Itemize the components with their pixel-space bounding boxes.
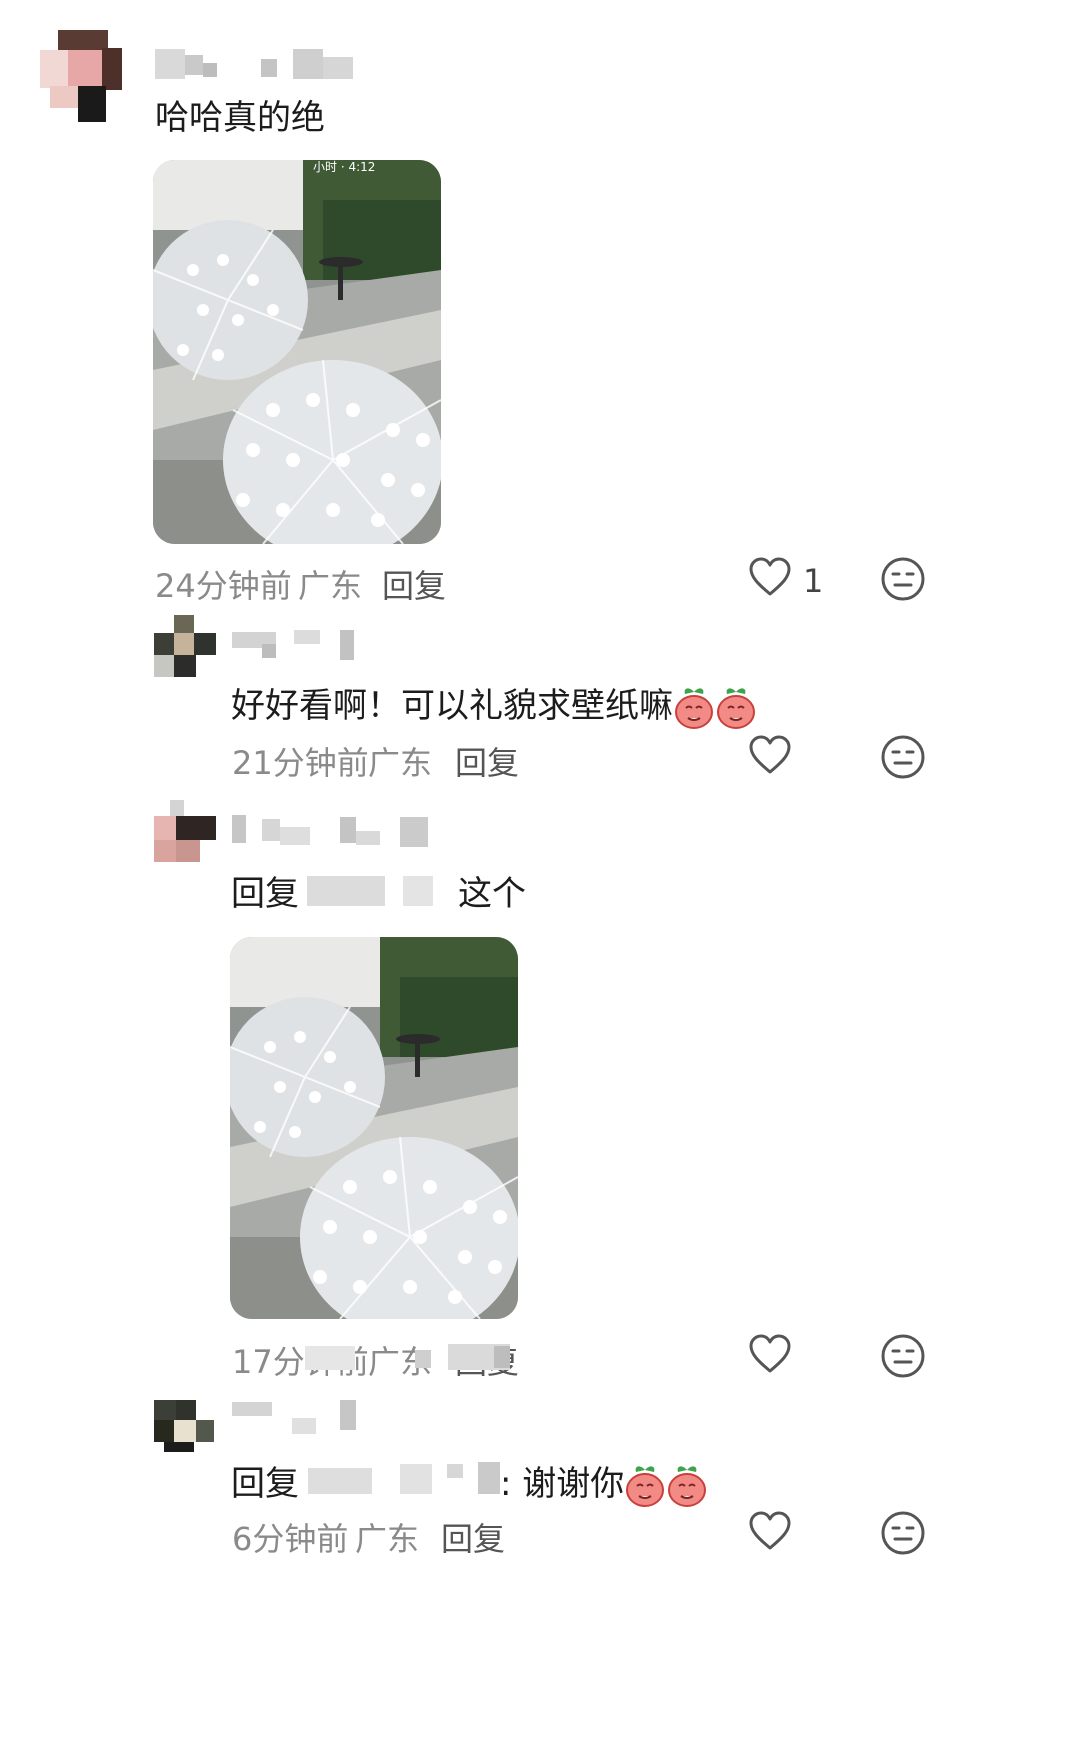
- comment-image[interactable]: [230, 937, 518, 1319]
- mentioned-user-blurred[interactable]: [307, 876, 385, 906]
- like-button[interactable]: [748, 556, 800, 604]
- like-button[interactable]: [748, 734, 800, 782]
- mentioned-user-blurred: [447, 1464, 463, 1478]
- mentioned-user-blurred: [400, 1464, 432, 1494]
- comment-location: 广东: [368, 744, 433, 782]
- comment-text: 回复: [231, 1456, 299, 1505]
- comment-time: 24分钟前: [155, 567, 292, 605]
- blurred-overlay: [305, 1346, 355, 1370]
- like-button[interactable]: [748, 1510, 800, 1558]
- blurred-overlay: [415, 1350, 431, 1368]
- photo-overlay-text: 小时 · 4:12: [313, 160, 376, 174]
- reply-prefix: 回复: [231, 1464, 299, 1504]
- reaction-button[interactable]: [880, 1510, 932, 1562]
- mentioned-user-blurred: [478, 1462, 500, 1494]
- comment-text: 回复: [231, 866, 299, 915]
- username-blurred[interactable]: [155, 45, 355, 85]
- neutral-face-icon: [881, 1334, 925, 1378]
- like-count: 1: [803, 562, 824, 600]
- blurred-overlay: [494, 1346, 510, 1368]
- reaction-button[interactable]: [880, 734, 932, 786]
- comment-location: 广东: [355, 1520, 420, 1558]
- avatar[interactable]: [154, 1400, 216, 1452]
- comment-text-body: 这个: [458, 874, 526, 914]
- reaction-button[interactable]: [880, 556, 932, 608]
- reaction-button[interactable]: [880, 1333, 932, 1385]
- username-blurred[interactable]: [232, 1400, 362, 1440]
- reply-button[interactable]: 回复: [455, 738, 519, 784]
- reply-prefix: 回复: [231, 874, 299, 914]
- heart-outline-icon: [749, 735, 791, 774]
- comment-text-body: : 谢谢你: [500, 1464, 625, 1504]
- heart-outline-icon: [749, 557, 791, 596]
- umbrella-photo: [153, 160, 441, 544]
- comment-text: : 谢谢你: [500, 1456, 708, 1508]
- peach-emoji: [675, 687, 713, 729]
- neutral-face-icon: [881, 1511, 925, 1555]
- peach-emoji: [668, 1465, 707, 1507]
- reply-button[interactable]: 回复: [382, 561, 446, 607]
- peach-emoji: [717, 687, 755, 729]
- comment-time: 6分钟前: [232, 1520, 349, 1558]
- username-blurred[interactable]: [232, 815, 432, 855]
- comment-location: 广东: [298, 567, 363, 605]
- like-button[interactable]: [748, 1333, 800, 1381]
- comment-text: 哈哈真的绝: [155, 98, 325, 138]
- username-blurred[interactable]: [232, 628, 362, 668]
- heart-outline-icon: [749, 1334, 791, 1373]
- neutral-face-icon: [881, 735, 925, 779]
- heart-outline-icon: [749, 1511, 791, 1550]
- reply-button[interactable]: 回复: [441, 1514, 505, 1560]
- neutral-face-icon: [881, 557, 925, 601]
- avatar[interactable]: [154, 800, 216, 862]
- peach-emoji: [626, 1465, 665, 1507]
- comment-time: 21分钟前: [232, 744, 369, 782]
- umbrella-photo: [230, 937, 518, 1319]
- comment-text: 好好看啊！可以礼貌求壁纸嘛: [231, 678, 757, 730]
- comment-image[interactable]: 小时 · 4:12: [153, 160, 441, 544]
- avatar[interactable]: [40, 30, 124, 122]
- avatar[interactable]: [154, 615, 216, 677]
- mentioned-user-blurred[interactable]: [308, 1468, 372, 1494]
- mentioned-user-blurred: [403, 876, 433, 906]
- comment-text-body: 好好看啊！可以礼貌求壁纸嘛: [231, 686, 673, 726]
